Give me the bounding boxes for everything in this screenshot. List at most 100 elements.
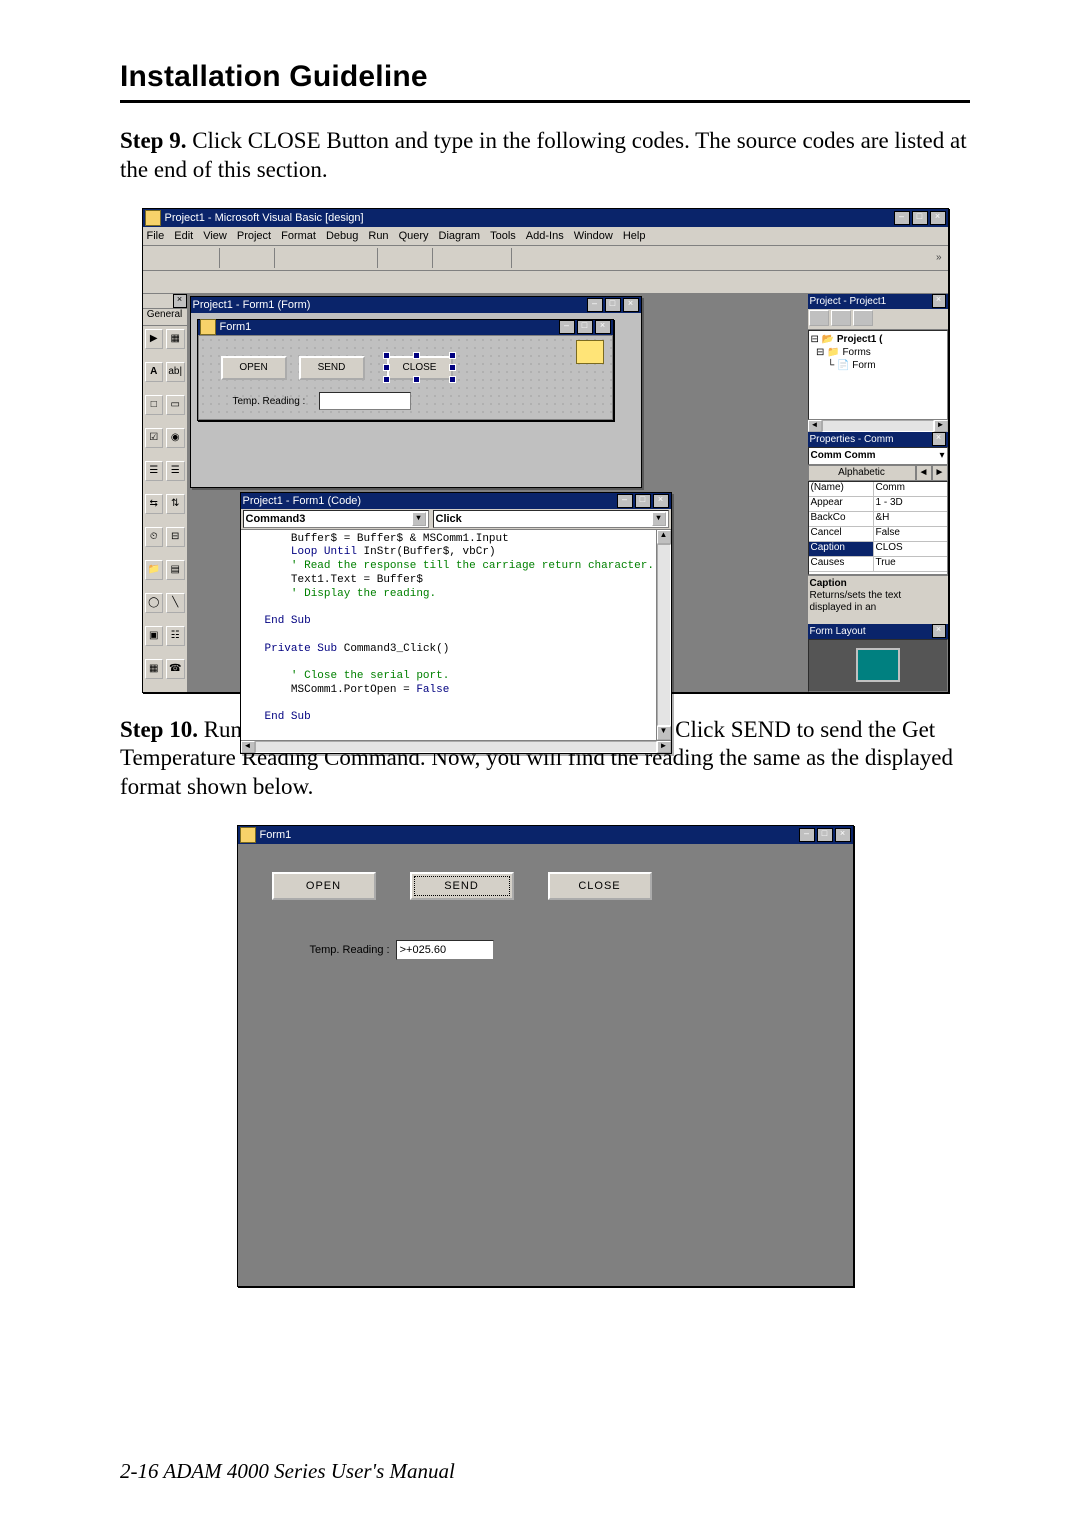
code-close-button[interactable]: × [653, 494, 669, 508]
scroll-down-icon[interactable]: ▼ [657, 726, 671, 740]
form1-body[interactable]: OPEN SEND CLOSE [198, 335, 613, 420]
tool-checkbox-icon[interactable]: ☑ [145, 428, 164, 448]
design-close-button[interactable]: CLOSE [387, 356, 453, 380]
code-object-combo[interactable]: Command3 ▾ [243, 510, 429, 528]
menu-format[interactable]: Format [281, 230, 316, 242]
toolbar-more-icon[interactable]: » [936, 252, 946, 263]
tool-pointer-icon[interactable]: ▶ [145, 329, 164, 349]
toolbar-addproject-icon[interactable] [145, 247, 167, 269]
ide-minimize-button[interactable]: ‒ [894, 211, 910, 225]
tool-picturebox-icon[interactable]: ▦ [166, 329, 185, 349]
prop-val[interactable]: &H [874, 512, 947, 526]
dropdown-icon[interactable]: ▾ [652, 512, 666, 526]
toolbox-tab-general[interactable]: General [143, 309, 187, 326]
project-togglefolders-icon[interactable] [853, 310, 873, 326]
code-hscrollbar[interactable]: ◄ ► [241, 740, 671, 753]
design-temp-label[interactable]: Temp. Reading : [233, 396, 306, 407]
properties-tab-alphabetic[interactable]: Alphabetic [808, 465, 916, 481]
properties-panel-title[interactable]: Properties - Comm × [808, 432, 948, 447]
code-event-combo[interactable]: Click ▾ [433, 510, 669, 528]
scroll-track[interactable] [255, 741, 657, 753]
tool-hscroll-icon[interactable]: ⇆ [145, 494, 164, 514]
scroll-track[interactable] [657, 544, 671, 726]
code-editor[interactable]: Buffer$ = Buffer$ & MSComm1.Input Loop U… [241, 530, 656, 740]
code-min-button[interactable]: ‒ [617, 494, 633, 508]
toolbar-properties-icon[interactable] [540, 247, 562, 269]
tool-combobox-icon[interactable]: ☰ [145, 461, 164, 481]
properties-panel-close[interactable]: × [932, 432, 946, 446]
close-button[interactable]: CLOSE [548, 872, 652, 900]
toolbar-find-icon[interactable] [351, 247, 373, 269]
properties-tab-right-icon[interactable]: ► [932, 465, 948, 481]
toolbar-copy-icon[interactable] [303, 247, 325, 269]
project-root[interactable]: Project1 ( [837, 334, 883, 345]
tool-option-icon[interactable]: ◉ [166, 428, 185, 448]
menu-debug[interactable]: Debug [326, 230, 358, 242]
dropdown-icon[interactable]: ▾ [939, 450, 944, 461]
tool-data-icon[interactable]: ☷ [166, 626, 185, 646]
tool-dir-icon[interactable]: 📁 [145, 560, 164, 580]
form1-max-button[interactable]: □ [577, 320, 593, 334]
toolbar2-btn3-icon[interactable] [193, 271, 215, 293]
tool-shape-icon[interactable]: ◯ [145, 593, 164, 613]
runtime-titlebar[interactable]: Form1 ‒ □ × [238, 826, 853, 844]
menu-window[interactable]: Window [574, 230, 613, 242]
project-form-item[interactable]: Form [852, 360, 875, 371]
tool-line-icon[interactable]: ╲ [166, 593, 185, 613]
prop-key[interactable]: Cancel [809, 527, 874, 541]
selection-handle[interactable] [449, 376, 456, 383]
prop-val[interactable]: Comm [874, 482, 947, 496]
menu-view[interactable]: View [203, 230, 227, 242]
selection-handle[interactable] [449, 352, 456, 359]
code-max-button[interactable]: □ [635, 494, 651, 508]
design-temp-textbox[interactable] [319, 392, 411, 410]
menu-query[interactable]: Query [399, 230, 429, 242]
send-button[interactable]: SEND [410, 872, 514, 900]
toolbar-paste-icon[interactable] [327, 247, 349, 269]
tool-textbox-icon[interactable]: ab| [166, 362, 185, 382]
toolbar-formlayout-icon[interactable] [564, 247, 586, 269]
tool-command-icon[interactable]: ▭ [166, 395, 185, 415]
form1-close-button[interactable]: × [595, 320, 611, 334]
tool-mscomm-icon[interactable]: ☎ [166, 659, 185, 679]
prop-key[interactable]: (Name) [809, 482, 874, 496]
menu-help[interactable]: Help [623, 230, 646, 242]
project-viewobject-icon[interactable] [831, 310, 851, 326]
project-panel-title[interactable]: Project - Project1 × [808, 294, 948, 309]
scroll-right-icon[interactable]: ► [934, 420, 948, 432]
properties-tab-left-icon[interactable]: ◄ [916, 465, 932, 481]
scroll-left-icon[interactable]: ◄ [241, 741, 255, 753]
tool-vscroll-icon[interactable]: ⇅ [166, 494, 185, 514]
form1-titlebar[interactable]: Form1 ‒ □ × [198, 320, 613, 335]
ide-close-button[interactable]: × [930, 211, 946, 225]
tool-listbox-icon[interactable]: ☰ [166, 461, 185, 481]
toolbar-menueditor-icon[interactable] [193, 247, 215, 269]
toolbar-undo-icon[interactable] [382, 247, 404, 269]
toolbar-open-icon[interactable] [224, 247, 246, 269]
menu-addins[interactable]: Add-Ins [526, 230, 564, 242]
dropdown-icon[interactable]: ▾ [412, 512, 426, 526]
toolbar-break-icon[interactable] [461, 247, 483, 269]
prop-val[interactable]: 1 - 3D [874, 497, 947, 511]
selection-handle[interactable] [413, 376, 420, 383]
toolbar-redo-icon[interactable] [406, 247, 428, 269]
menu-file[interactable]: File [147, 230, 165, 242]
formlayout-title[interactable]: Form Layout × [808, 624, 948, 639]
properties-tabs[interactable]: Alphabetic ◄ ► [808, 465, 948, 481]
menu-tools[interactable]: Tools [490, 230, 516, 242]
code-vscrollbar[interactable]: ▲ ▼ [656, 530, 671, 740]
project-toolbar[interactable] [808, 309, 948, 330]
toolbar-toolbox-icon[interactable] [612, 247, 634, 269]
form1-min-button[interactable]: ‒ [559, 320, 575, 334]
design-open-button[interactable]: OPEN [221, 356, 287, 380]
form-designer-titlebar[interactable]: Project1 - Form1 (Form) ‒ □ × [191, 297, 641, 313]
selection-handle[interactable] [383, 352, 390, 359]
runtime-min-button[interactable]: ‒ [799, 828, 815, 842]
project-panel-close[interactable]: × [932, 294, 946, 308]
formlayout-body[interactable] [808, 639, 948, 692]
prop-key[interactable]: Caption [809, 542, 874, 556]
toolbar-dataview-icon[interactable] [636, 247, 658, 269]
design-mscomm-icon[interactable] [576, 340, 604, 364]
toolbar-start-icon[interactable] [437, 247, 459, 269]
properties-object-combo[interactable]: Comm Comm ▾ [808, 447, 948, 465]
